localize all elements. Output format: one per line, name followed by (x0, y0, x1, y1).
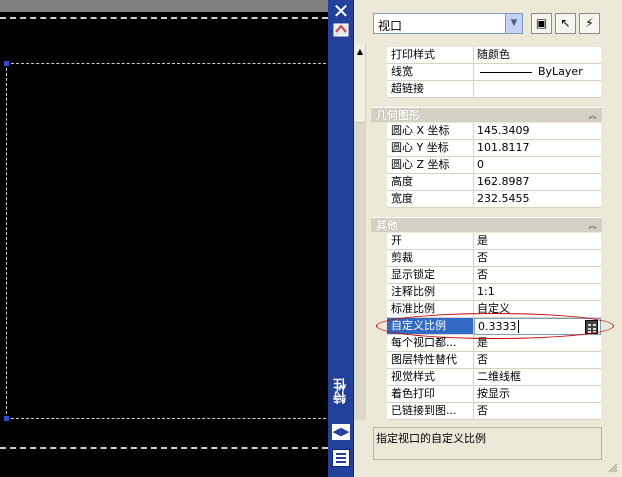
property-row-center-y[interactable]: 圆心 Y 坐标 101.8117 (371, 140, 602, 157)
lineweight-sample (480, 71, 532, 73)
property-label: 着色打印 (387, 386, 474, 403)
property-label: 自定义比例 (387, 318, 474, 335)
property-label: 超链接 (387, 81, 474, 98)
property-label: 每个视口都... (387, 335, 474, 352)
property-label: 打印样式 (387, 47, 474, 64)
section-title: 其他 (376, 219, 398, 232)
viewport-boundary[interactable] (6, 63, 328, 419)
toggle-pickadd-icon[interactable]: ▣ (531, 13, 552, 34)
property-value[interactable]: 随颜色 (474, 47, 601, 64)
property-value[interactable]: 1:1 (474, 284, 601, 301)
property-value[interactable]: ByLayer (474, 64, 601, 81)
property-value[interactable]: 232.5455 (474, 191, 601, 208)
custom-scale-input[interactable]: 0.3333 (474, 318, 601, 335)
viewport-grip-top-left[interactable] (4, 61, 9, 66)
chevron-down-icon[interactable]: ▼ (505, 14, 522, 33)
property-label: 圆心 Z 坐标 (387, 157, 474, 174)
scroll-up-icon[interactable]: ▲ (354, 46, 366, 58)
auto-hide-icon[interactable]: ◀▶ (332, 424, 350, 440)
property-value[interactable]: 二维线框 (474, 369, 601, 386)
property-value[interactable]: 否 (474, 267, 601, 284)
properties-palette: 视口 ▼ ▣ ↖ ⚡ ▲ 打印样式 随颜色 线宽 ByLayer 超链接 几何图… (354, 0, 622, 477)
properties-menu-icon[interactable] (332, 449, 350, 467)
property-row-linked-to-sheet[interactable]: 已链接到图... 否 (371, 403, 602, 420)
property-label: 图层特性替代 (387, 352, 474, 369)
property-row-on[interactable]: 开 是 (371, 233, 602, 250)
section-header-misc[interactable]: 其他 ︽ (371, 217, 602, 232)
viewport-grip-bottom-left[interactable] (4, 416, 9, 421)
property-row-clipped[interactable]: 剪裁 否 (371, 250, 602, 267)
property-row-display-locked[interactable]: 显示锁定 否 (371, 267, 602, 284)
property-label: 开 (387, 233, 474, 250)
property-row-lineweight[interactable]: 线宽 ByLayer (371, 64, 602, 81)
palette-title-text: 特性 (333, 378, 349, 404)
property-row-plot-style[interactable]: 打印样式 随颜色 (371, 47, 602, 64)
collapse-icon[interactable]: ︽ (587, 110, 598, 121)
object-type-value: 视口 (378, 19, 403, 33)
object-type-dropdown[interactable]: 视口 ▼ (373, 13, 523, 34)
property-label: 剪裁 (387, 250, 474, 267)
drawing-area[interactable] (0, 0, 328, 477)
property-row-standard-scale[interactable]: 标准比例 自定义 (371, 301, 602, 318)
dashed-border-bottom (0, 447, 328, 449)
property-label: 宽度 (387, 191, 474, 208)
property-description: 指定视口的自定义比例 (373, 427, 602, 460)
section-header-geometry[interactable]: 几何图形 ︽ (371, 107, 602, 122)
dashed-border-top (0, 17, 328, 19)
property-row-width[interactable]: 宽度 232.5455 (371, 191, 602, 208)
description-text: 指定视口的自定义比例 (376, 432, 486, 445)
property-value[interactable]: 162.8987 (474, 174, 601, 191)
property-row-ucs-per-viewport[interactable]: 每个视口都... 是 (371, 335, 602, 352)
property-label: 线宽 (387, 64, 474, 81)
palette-title: 特性 (328, 378, 354, 404)
property-label: 标准比例 (387, 301, 474, 318)
property-value[interactable]: 是 (474, 233, 601, 250)
property-label: 注释比例 (387, 284, 474, 301)
property-row-center-x[interactable]: 圆心 X 坐标 145.3409 (371, 123, 602, 140)
property-value[interactable]: 0 (474, 157, 601, 174)
vertical-scrollbar[interactable]: ▲ (354, 44, 366, 420)
property-row-visual-style[interactable]: 视觉样式 二维线框 (371, 369, 602, 386)
property-row-shade-plot[interactable]: 着色打印 按显示 (371, 386, 602, 403)
drawing-top-strip (0, 0, 328, 12)
property-label: 视觉样式 (387, 369, 474, 386)
palette-properties-icon[interactable] (332, 22, 350, 38)
property-value[interactable]: 否 (474, 403, 601, 420)
collapse-icon[interactable]: ︽ (587, 220, 598, 231)
property-label: 圆心 X 坐标 (387, 123, 474, 140)
lineweight-value: ByLayer (538, 65, 583, 78)
property-value[interactable]: 是 (474, 335, 601, 352)
property-label: 圆心 Y 坐标 (387, 140, 474, 157)
property-row-center-z[interactable]: 圆心 Z 坐标 0 (371, 157, 602, 174)
palette-title-bar[interactable]: ✕ 特性 ◀▶ (328, 0, 354, 477)
property-label: 显示锁定 (387, 267, 474, 284)
calculator-icon[interactable] (585, 320, 598, 334)
property-value[interactable]: 自定义 (474, 301, 601, 318)
property-value[interactable]: 否 (474, 352, 601, 369)
property-value[interactable] (474, 81, 601, 98)
quick-select-icon[interactable]: ⚡ (579, 13, 600, 34)
property-row-hyperlink[interactable]: 超链接 (371, 81, 602, 98)
property-value[interactable]: 145.3409 (474, 123, 601, 140)
close-icon[interactable]: ✕ (331, 1, 351, 21)
property-row-height[interactable]: 高度 162.8987 (371, 174, 602, 191)
scroll-thumb[interactable] (354, 122, 366, 420)
property-label: 已链接到图... (387, 403, 474, 420)
property-label: 高度 (387, 174, 474, 191)
property-value[interactable]: 101.8117 (474, 140, 601, 157)
custom-scale-value: 0.3333 (478, 320, 517, 333)
property-value[interactable]: 按显示 (474, 386, 601, 403)
property-value[interactable]: 否 (474, 250, 601, 267)
section-title: 几何图形 (376, 109, 420, 122)
property-row-annotation-scale[interactable]: 注释比例 1:1 (371, 284, 602, 301)
resize-grip-icon[interactable] (608, 463, 618, 473)
property-row-custom-scale[interactable]: 自定义比例 0.3333 (371, 318, 602, 335)
property-row-layer-overrides[interactable]: 图层特性替代 否 (371, 352, 602, 369)
select-objects-icon[interactable]: ↖ (555, 13, 576, 34)
